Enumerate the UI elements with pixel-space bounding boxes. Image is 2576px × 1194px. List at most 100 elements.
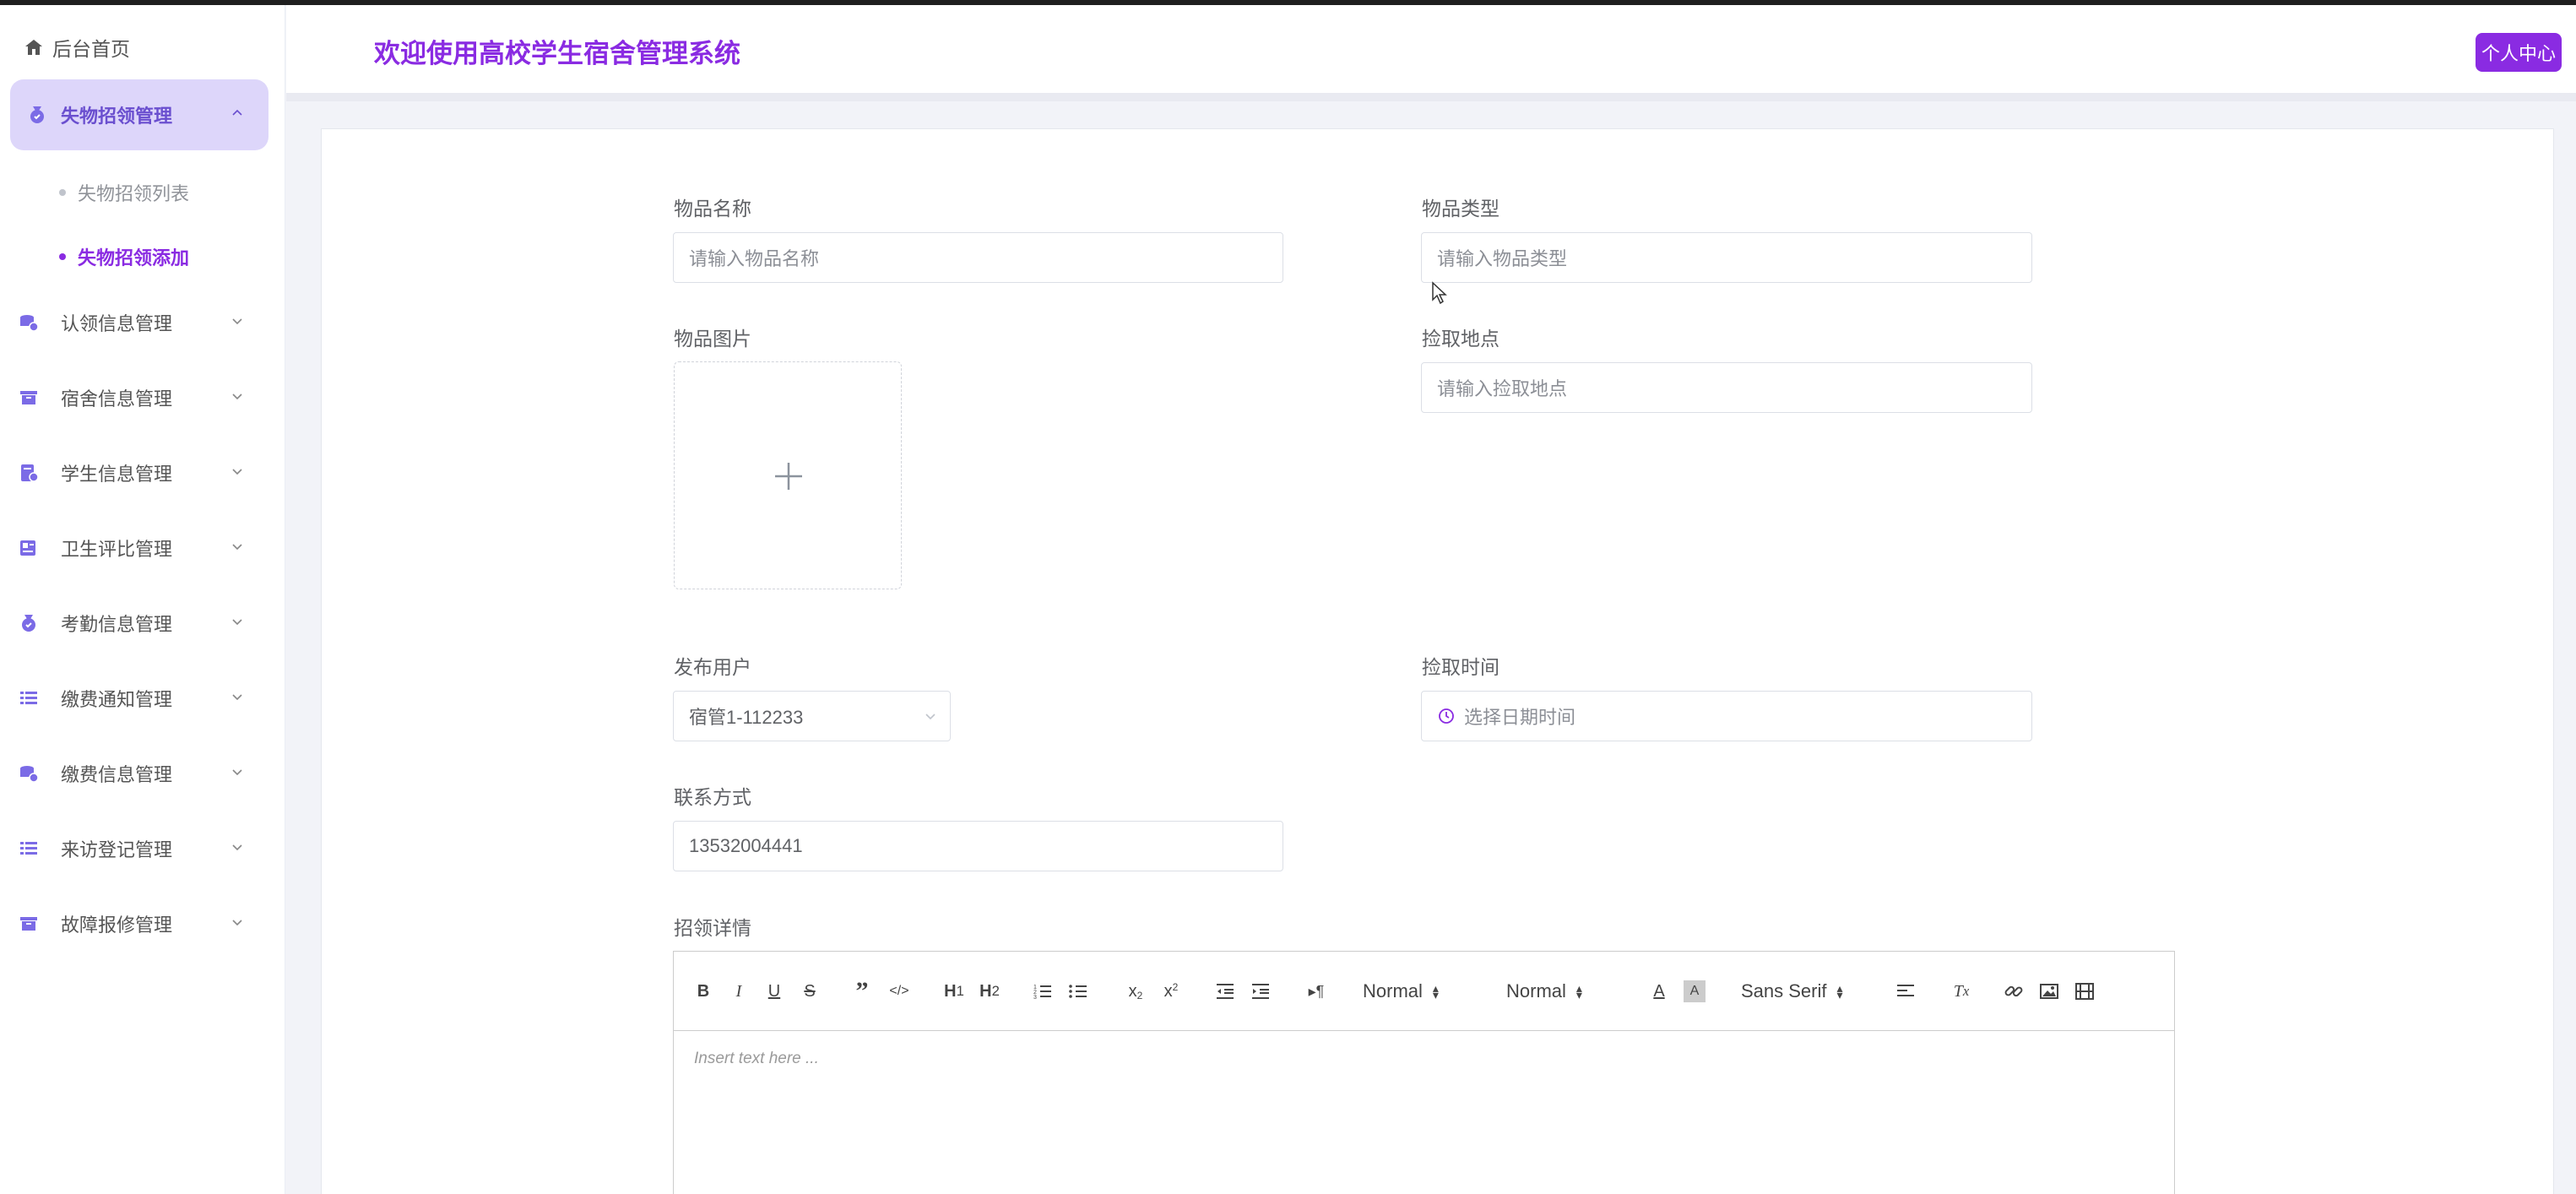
sidebar-item-fee-notice[interactable]: 缴费通知管理 [0,680,285,717]
contact-input[interactable]: 13532004441 [673,821,1283,871]
sidebar-subitem-label: 失物招领列表 [78,183,190,204]
details-label: 招领详情 [674,917,751,939]
underline-icon[interactable]: U [763,980,785,1002]
header-size-select[interactable]: Normal ▴ ▾ [1363,980,1439,1002]
pick-time-label: 捡取时间 [1422,656,1500,678]
bullet-dot [59,253,66,260]
indent-icon[interactable] [1250,980,1272,1002]
sidebar-item-label: 考勤信息管理 [61,614,173,635]
sidebar-item-label: 认领信息管理 [61,313,173,334]
editor-placeholder[interactable]: Insert text here ... [694,1050,819,1068]
bold-icon[interactable]: B [692,980,714,1002]
pick-location-label: 捡取地点 [1422,328,1500,350]
item-type-label: 物品类型 [1422,198,1500,220]
chevron-down-icon [230,914,245,934]
header-divider [286,93,2576,101]
contact-label: 联系方式 [674,786,751,808]
outdent-icon[interactable] [1214,980,1236,1002]
sidebar-home[interactable]: 后台首页 [24,29,130,66]
mouse-cursor-icon [1432,281,1447,305]
bullet-list-icon[interactable] [1067,980,1089,1002]
video-icon[interactable] [2074,980,2096,1002]
app-title: 欢迎使用高校学生宿舍管理系统 [374,39,740,68]
archive-icon [20,917,37,931]
sidebar-item-label: 缴费信息管理 [61,764,173,785]
pick-time-input[interactable]: 选择日期时间 [1421,691,2032,741]
chevron-up-icon [230,106,245,125]
font-size-select[interactable]: Normal ▴ ▾ [1506,980,1582,1002]
top-header: 欢迎使用高校学生宿舍管理系统 个人中心 [286,5,2576,93]
sidebar-subitem-lost-found-list[interactable]: 失物招领列表 [59,179,189,206]
publisher-value: 宿管1-112233 [689,707,804,728]
italic-icon[interactable]: I [728,980,750,1002]
sidebar-item-visitor[interactable]: 来访登记管理 [0,830,285,867]
chevron-down-icon [230,689,245,708]
sidebar-item-claim-info[interactable]: 认领信息管理 [0,304,285,341]
text-color-icon[interactable]: A [1648,980,1670,1002]
chevron-down-icon [230,614,245,633]
background-color-icon[interactable]: A [1684,980,1706,1002]
profile-center-button[interactable]: 个人中心 [2476,33,2562,72]
document-user-icon [21,464,39,482]
news-icon [20,540,35,556]
pick-location-input[interactable]: 请输入捡取地点 [1421,362,2032,413]
item-type-input[interactable]: 请输入物品类型 [1421,232,2032,283]
sidebar-home-label: 后台首页 [52,38,130,60]
chevron-down-icon [230,464,245,483]
sidebar-subitem-lost-found-add[interactable]: 失物招领添加 [59,243,189,270]
clear-format-icon[interactable]: Tx [1950,980,1972,1002]
sidebar-item-dorm-info[interactable]: 宿舍信息管理 [0,379,285,416]
sidebar-item-label: 缴费通知管理 [61,689,173,710]
sidebar-item-label: 宿舍信息管理 [61,388,173,410]
editor-toolbar: B I U S ” </> H1 H2 123 x2 x2 ▸¶ Normal ▴… [674,952,2174,1031]
database-user-icon [20,766,39,783]
publisher-label: 发布用户 [674,656,751,678]
ordered-list-icon[interactable]: 123 [1032,980,1054,1002]
item-name-input[interactable]: 请输入物品名称 [673,232,1283,283]
bullet-dot [59,189,66,196]
image-upload-box[interactable] [674,361,902,589]
chevron-down-icon [925,714,935,720]
sidebar-subitem-label: 失物招领添加 [78,247,190,269]
code-block-icon[interactable]: </> [887,980,912,1002]
text-direction-icon[interactable]: ▸¶ [1304,980,1329,1002]
chevron-down-icon [230,388,245,408]
medal-icon [22,615,35,632]
sidebar-item-lost-found[interactable]: 失物招领管理 [10,79,268,150]
image-icon[interactable] [2038,980,2060,1002]
pick-time-placeholder: 选择日期时间 [1464,707,1576,728]
superscript-icon[interactable]: x2 [1160,980,1182,1002]
list-icon [20,692,37,704]
archive-icon [20,391,37,404]
sidebar-item-attendance[interactable]: 考勤信息管理 [0,605,285,642]
svg-text:3: 3 [1033,995,1037,1001]
sidebar-item-student-info[interactable]: 学生信息管理 [0,454,285,491]
sidebar-item-label: 故障报修管理 [61,914,173,936]
item-image-label: 物品图片 [674,328,751,350]
chevron-down-icon [230,764,245,784]
strike-icon[interactable]: S [799,980,821,1002]
pick-location-placeholder: 请输入捡取地点 [1437,378,1568,399]
header-1-icon[interactable]: H1 [941,980,968,1002]
font-size-value: Normal [1506,980,1566,1001]
publisher-select[interactable]: 宿管1-112233 [673,691,951,741]
font-family-select[interactable]: Sans Serif ▴ ▾ [1741,980,1843,1002]
header-size-value: Normal [1363,980,1423,1001]
sidebar-item-label: 卫生评比管理 [61,539,173,560]
sidebar-item-label: 学生信息管理 [61,464,173,485]
link-icon[interactable] [2003,980,2025,1002]
home-icon [25,40,42,55]
list-icon [20,842,37,855]
item-type-placeholder: 请输入物品类型 [1437,248,1568,269]
sidebar-item-hygiene[interactable]: 卫生评比管理 [0,529,285,567]
clock-icon [1439,708,1454,724]
subscript-icon[interactable]: x2 [1125,980,1147,1002]
blockquote-icon[interactable]: ” [851,977,873,1005]
database-user-icon [20,315,39,332]
sidebar-item-repair[interactable]: 故障报修管理 [0,905,285,942]
item-name-label: 物品名称 [674,198,751,220]
align-icon[interactable] [1895,980,1917,1002]
sidebar-item-fee-info[interactable]: 缴费信息管理 [0,755,285,792]
header-2-icon[interactable]: H2 [976,980,1003,1002]
chevron-down-icon [230,313,245,333]
